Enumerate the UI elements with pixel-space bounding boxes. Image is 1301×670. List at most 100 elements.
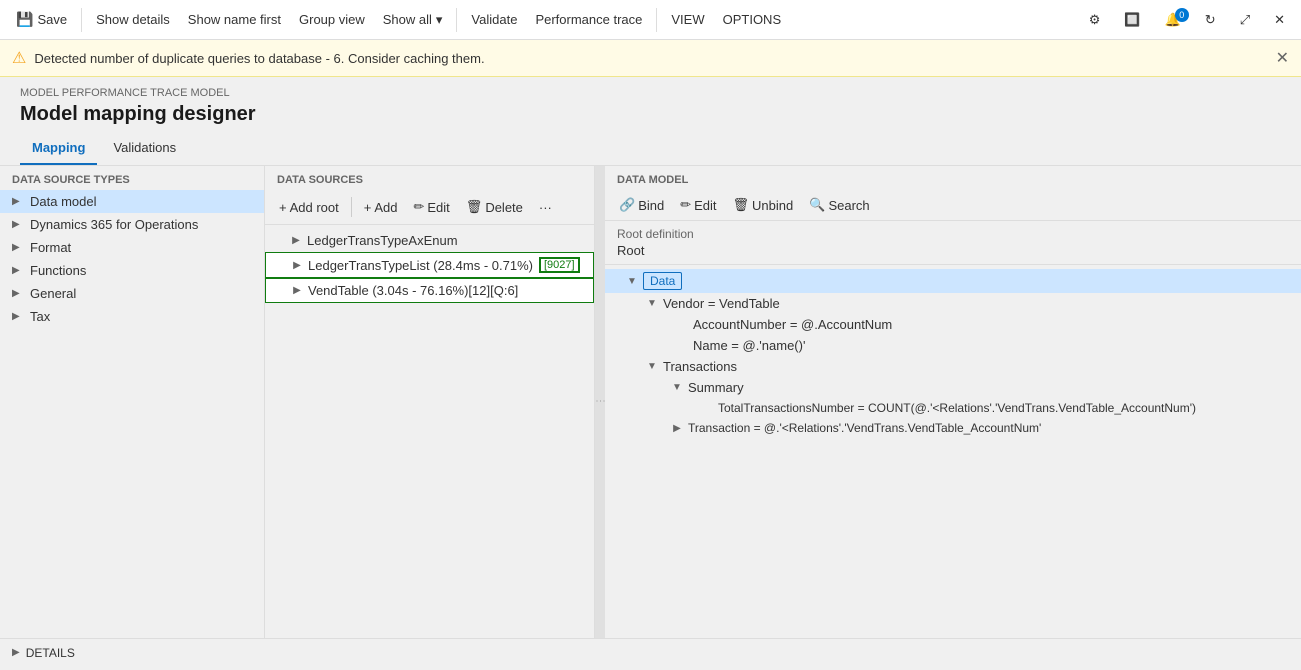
details-label: DETAILS [26, 646, 75, 660]
toolbar-right: ⚙ 🔲 🔔 0 ↻ ⤢ ✕ [1081, 8, 1293, 32]
add-button[interactable]: + Add [358, 197, 404, 218]
datasource-types-list: ▶ Data model ▶ Dynamics 365 for Operatio… [0, 190, 264, 328]
ellipsis-icon: ··· [539, 200, 552, 215]
chevron-right-icon: ▶ [289, 235, 303, 246]
unbind-button[interactable]: 🗑 Unbind [727, 194, 800, 216]
ds-item-ledgertranstypeaxenum[interactable]: ▶ LedgerTransTypeAxEnum [265, 229, 594, 252]
root-definition: Root definition Root [605, 221, 1301, 265]
datamodel-toolbar: 🔗 Bind ✏ Edit 🗑 Unbind 🔍 Search [605, 190, 1301, 221]
group-view-button[interactable]: Group view [291, 8, 373, 31]
mt-item-totaltransactions[interactable]: ▶ TotalTransactionsNumber = COUNT(@.'<Re… [605, 398, 1301, 418]
show-name-first-button[interactable]: Show name first [180, 8, 289, 31]
edit-button[interactable]: ✏ Edit [407, 196, 455, 218]
datasource-type-general[interactable]: ▶ General [0, 282, 264, 305]
page-header: MODEL PERFORMANCE TRACE MODEL Model mapp… [0, 77, 1301, 132]
mt-item-accountnumber[interactable]: ▶ AccountNumber = @.AccountNum [605, 314, 1301, 335]
chevron-right-icon: ▶ [12, 265, 24, 276]
tab-mapping[interactable]: Mapping [20, 132, 97, 165]
datasource-type-tax[interactable]: ▶ Tax [0, 305, 264, 328]
view-label: VIEW [671, 12, 704, 27]
chevron-right-icon: ▶ [290, 285, 304, 296]
collapse-icon: ▼ [645, 361, 659, 372]
datasource-toolbar: + Add root + Add ✏ Edit 🗑 Delete ··· [265, 190, 594, 225]
bind-button[interactable]: 🔗 Bind [613, 194, 670, 216]
validate-button[interactable]: Validate [463, 8, 525, 31]
options-button[interactable]: OPTIONS [715, 8, 790, 31]
delete-button[interactable]: 🗑 Delete [460, 196, 529, 218]
left-panel: DATA SOURCE TYPES ▶ Data model ▶ Dynamic… [0, 166, 265, 638]
bind-icon: 🔗 [619, 197, 635, 213]
separator-1 [81, 8, 82, 32]
notification-icon-btn[interactable]: 🔔 0 [1157, 8, 1189, 32]
close-button[interactable]: ✕ [1266, 8, 1293, 32]
alert-close-button[interactable]: ✕ [1276, 48, 1289, 68]
collapse-icon: ▼ [625, 276, 639, 287]
edit-icon: ✏ [680, 197, 691, 213]
delete-icon: 🗑 [466, 199, 483, 215]
mt-item-data[interactable]: ▼ Data [605, 269, 1301, 293]
refresh-icon-btn[interactable]: ↻ [1197, 8, 1224, 32]
datasource-types-header: DATA SOURCE TYPES [0, 166, 264, 190]
edit-button[interactable]: ✏ Edit [674, 194, 722, 216]
plus-icon: + [364, 200, 372, 215]
settings-icon-btn[interactable]: ⚙ [1081, 8, 1109, 32]
show-all-button[interactable]: Show all ▾ [375, 8, 451, 32]
datasource-type-format[interactable]: ▶ Format [0, 236, 264, 259]
datasource-type-data-model[interactable]: ▶ Data model [0, 190, 264, 213]
datasource-tree: ▶ LedgerTransTypeAxEnum ▶ LedgerTransTyp… [265, 225, 594, 638]
tab-bar: Mapping Validations [0, 132, 1301, 166]
validate-label: Validate [471, 12, 517, 27]
save-button[interactable]: 💾 Save [8, 7, 75, 32]
ds-item-vendtable[interactable]: ▶ VendTable (3.04s - 76.16%)[12][Q:6] [265, 278, 594, 303]
datamodel-header: DATA MODEL [605, 166, 1301, 190]
plus-icon: + [279, 200, 287, 215]
show-details-label: Show details [96, 12, 170, 27]
chevron-down-icon: ▾ [436, 12, 443, 28]
more-button[interactable]: ··· [533, 197, 558, 218]
tab-validations[interactable]: Validations [101, 132, 188, 165]
main-content: DATA SOURCE TYPES ▶ Data model ▶ Dynamic… [0, 166, 1301, 638]
chevron-right-icon: ▶ [12, 311, 24, 322]
add-root-button[interactable]: + Add root [273, 197, 345, 218]
main-toolbar: 💾 Save Show details Show name first Grou… [0, 0, 1301, 40]
chevron-right-icon: ▶ [12, 219, 24, 230]
warning-icon: ⚠ [12, 48, 26, 68]
datasources-header: DATA SOURCES [265, 166, 594, 190]
performance-trace-label: Performance trace [535, 12, 642, 27]
alert-message: Detected number of duplicate queries to … [34, 51, 484, 66]
save-label: Save [37, 12, 67, 27]
unbind-icon: 🗑 [733, 197, 750, 213]
expand-icon-btn[interactable]: ⤢ [1232, 8, 1258, 32]
mt-item-transactions[interactable]: ▼ Transactions [605, 356, 1301, 377]
search-button[interactable]: 🔍 Search [803, 194, 875, 216]
chevron-right-icon: ▶ [12, 647, 20, 658]
mt-item-summary[interactable]: ▼ Summary [605, 377, 1301, 398]
performance-trace-button[interactable]: Performance trace [527, 8, 650, 31]
expand-icon: ▶ [670, 423, 684, 434]
details-bar[interactable]: ▶ DETAILS [0, 638, 1301, 666]
right-panel: DATA MODEL 🔗 Bind ✏ Edit 🗑 Unbind 🔍 Sear… [605, 166, 1301, 638]
mt-item-vendor[interactable]: ▼ Vendor = VendTable [605, 293, 1301, 314]
office-icon-btn[interactable]: 🔲 [1116, 8, 1148, 32]
middle-panel: DATA SOURCES + Add root + Add ✏ Edit 🗑 D… [265, 166, 595, 638]
edit-icon: ✏ [413, 199, 424, 215]
chevron-right-icon: ▶ [12, 242, 24, 253]
show-name-first-label: Show name first [188, 12, 281, 27]
separator [351, 197, 352, 217]
data-node-label: Data [643, 272, 682, 290]
mt-item-transaction[interactable]: ▶ Transaction = @.'<Relations'.'VendTran… [605, 418, 1301, 438]
ds-item-ledgertranstypelist[interactable]: ▶ LedgerTransTypeList (28.4ms - 0.71%) [… [265, 252, 594, 278]
show-details-button[interactable]: Show details [88, 8, 178, 31]
view-button[interactable]: VIEW [663, 8, 712, 31]
datasource-type-functions[interactable]: ▶ Functions [0, 259, 264, 282]
chevron-right-icon: ▶ [12, 288, 24, 299]
mt-item-name[interactable]: ▶ Name = @.'name()' [605, 335, 1301, 356]
datasource-type-dynamics365[interactable]: ▶ Dynamics 365 for Operations [0, 213, 264, 236]
page-title: Model mapping designer [20, 103, 1281, 126]
drag-handle[interactable]: ⋮ [595, 166, 605, 638]
group-view-label: Group view [299, 12, 365, 27]
collapse-icon: ▼ [645, 298, 659, 309]
drag-dots-icon: ⋮ [595, 396, 606, 408]
save-icon: 💾 [16, 11, 33, 28]
collapse-icon: ▼ [670, 382, 684, 393]
